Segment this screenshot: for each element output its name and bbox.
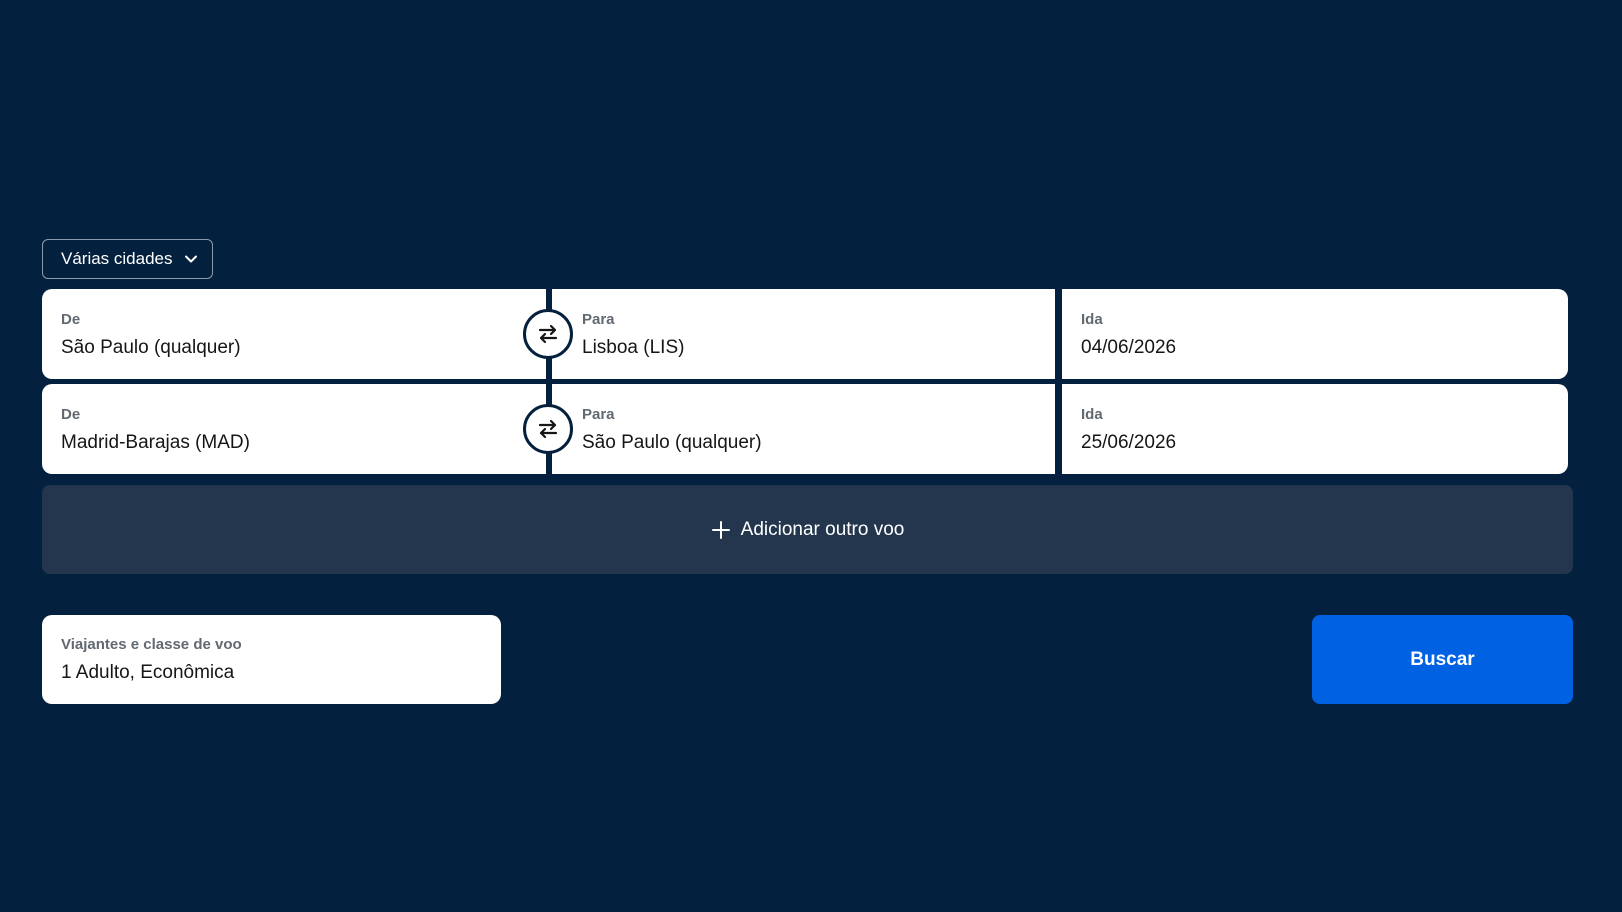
date-label: Ida <box>1081 406 1103 423</box>
trip-type-dropdown[interactable]: Várias cidades <box>42 239 213 279</box>
swap-arrows-icon <box>538 324 558 344</box>
swap-arrows-icon <box>538 419 558 439</box>
leg-2-from-field[interactable]: De Madrid-Barajas (MAD) <box>42 384 546 474</box>
travelers-class-field[interactable]: Viajantes e classe de voo 1 Adulto, Econ… <box>42 615 501 704</box>
to-label: Para <box>582 406 615 423</box>
to-value: São Paulo (qualquer) <box>582 432 762 453</box>
to-value: Lisboa (LIS) <box>582 337 685 358</box>
add-flight-button[interactable]: Adicionar outro voo <box>42 485 1573 574</box>
leg-2-date-field[interactable]: Ida 25/06/2026 <box>1062 384 1568 474</box>
date-value: 25/06/2026 <box>1081 432 1177 453</box>
from-label: De <box>61 311 81 328</box>
date-value: 04/06/2026 <box>1081 337 1177 358</box>
plus-icon <box>711 520 730 539</box>
from-label: De <box>61 406 81 423</box>
flight-leg-1: De São Paulo (qualquer) Para Lisboa (LIS… <box>42 289 1568 379</box>
from-value: São Paulo (qualquer) <box>61 337 241 358</box>
add-flight-label: Adicionar outro voo <box>740 518 905 540</box>
trip-type-label: Várias cidades <box>61 249 173 268</box>
leg-1-date-field[interactable]: Ida 04/06/2026 <box>1062 289 1568 379</box>
leg-1-to-field[interactable]: Para Lisboa (LIS) <box>552 289 1055 379</box>
travelers-value: 1 Adulto, Econômica <box>61 662 235 683</box>
leg-1-from-field[interactable]: De São Paulo (qualquer) <box>42 289 546 379</box>
to-label: Para <box>582 311 615 328</box>
flight-leg-2: De Madrid-Barajas (MAD) Para São Paulo (… <box>42 384 1568 474</box>
leg-2-to-field[interactable]: Para São Paulo (qualquer) <box>552 384 1055 474</box>
chevron-down-icon <box>185 255 197 263</box>
from-value: Madrid-Barajas (MAD) <box>61 432 250 453</box>
leg-2-swap-button[interactable] <box>523 404 573 454</box>
date-label: Ida <box>1081 311 1103 328</box>
search-button[interactable]: Buscar <box>1312 615 1573 704</box>
leg-1-swap-button[interactable] <box>523 309 573 359</box>
travelers-label: Viajantes e classe de voo <box>61 636 242 653</box>
flight-search-page: Várias cidades De São Paulo (qualquer) P… <box>0 0 1622 912</box>
